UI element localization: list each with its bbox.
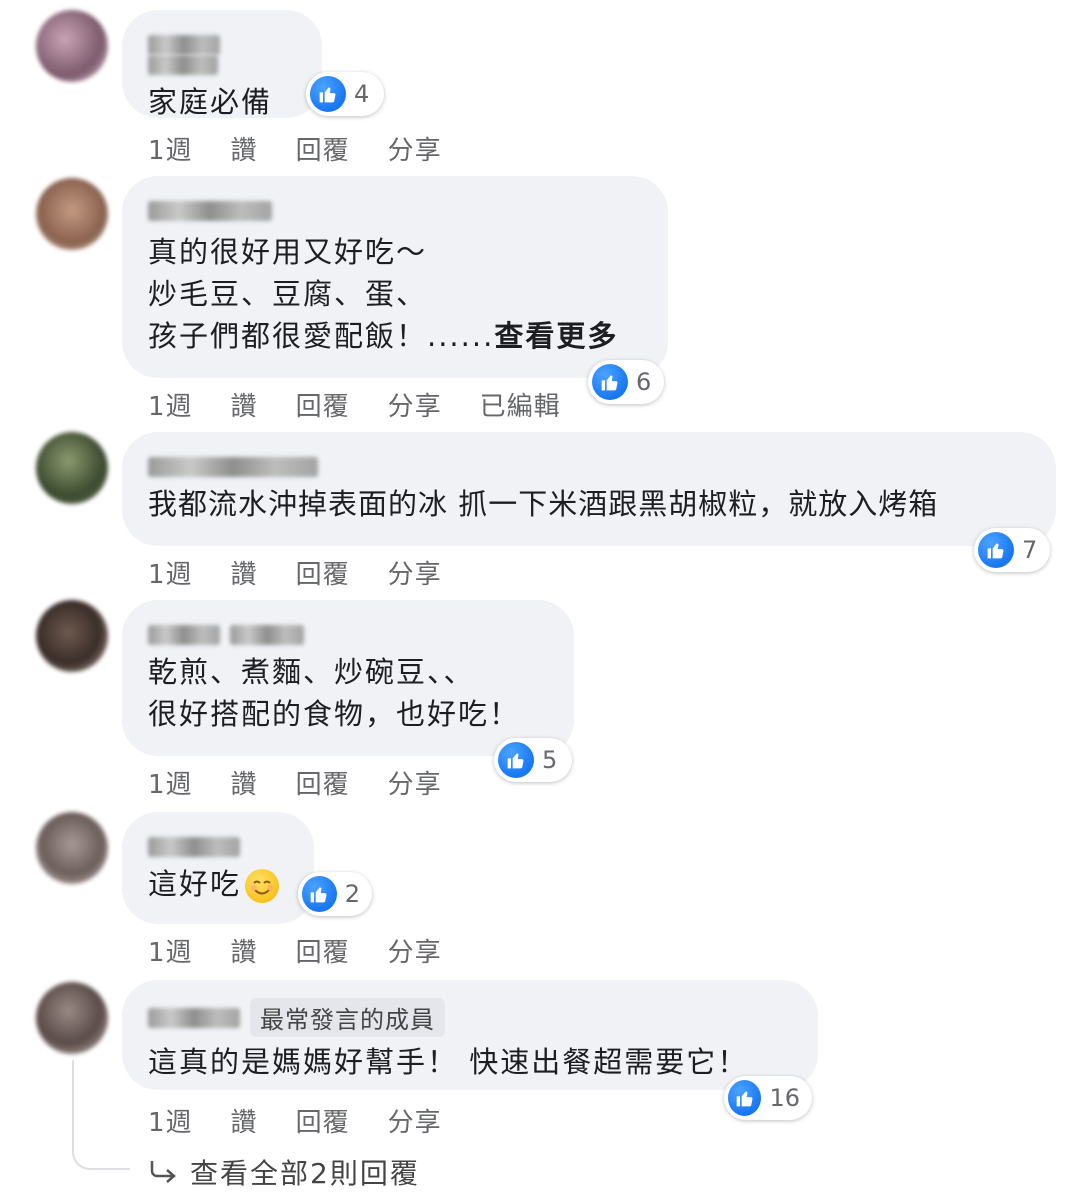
timestamp[interactable]: 1週 — [148, 554, 193, 591]
reaction-count: 6 — [636, 368, 652, 396]
share-button[interactable]: 分享 — [388, 1102, 442, 1139]
avatar[interactable] — [36, 178, 108, 250]
reaction-summary[interactable]: 6 — [588, 360, 664, 404]
author-name[interactable] — [148, 624, 220, 645]
avatar[interactable] — [36, 600, 108, 672]
thumbs-up-icon — [302, 876, 337, 912]
top-contributor-badge: 最常發言的成員 — [250, 998, 445, 1037]
author-name[interactable] — [148, 34, 220, 55]
comment-actions: 1週 讚 回覆 分享 — [148, 932, 480, 969]
share-button[interactable]: 分享 — [388, 130, 442, 167]
share-button[interactable]: 分享 — [388, 764, 442, 801]
timestamp[interactable]: 1週 — [148, 764, 193, 801]
like-button[interactable]: 讚 — [231, 386, 258, 423]
comment-text: 乾煎、煮麵、炒碗豆、、 很好搭配的食物，也好吃！ — [148, 654, 521, 731]
view-replies-label: 查看全部2則回覆 — [190, 1157, 420, 1190]
reaction-summary[interactable]: 2 — [298, 872, 372, 916]
reply-button[interactable]: 回覆 — [296, 1102, 350, 1139]
like-button[interactable]: 讚 — [231, 764, 258, 801]
comment-bubble: 真的很好用又好吃～ 炒毛豆、豆腐、蛋、 孩子們都很愛配飯！......查看更多 — [122, 176, 668, 378]
comment-actions: 1週 讚 回覆 分享 — [148, 1102, 480, 1139]
reaction-count: 7 — [1022, 536, 1038, 564]
avatar[interactable] — [36, 432, 108, 504]
thumbs-up-icon — [978, 532, 1014, 568]
like-button[interactable]: 讚 — [231, 554, 258, 591]
reply-button[interactable]: 回覆 — [296, 554, 350, 591]
author-name[interactable] — [148, 1007, 240, 1028]
timestamp[interactable]: 1週 — [148, 932, 193, 969]
comment-text: 這好吃 — [148, 863, 286, 905]
timestamp[interactable]: 1週 — [148, 1102, 193, 1139]
share-button[interactable]: 分享 — [388, 554, 442, 591]
reply-button[interactable]: 回覆 — [296, 130, 350, 167]
share-button[interactable]: 分享 — [388, 386, 442, 423]
comment-actions: 1週 讚 回覆 分享 — [148, 554, 480, 591]
see-more-link[interactable]: 查看更多 — [494, 319, 618, 353]
author-name-part[interactable] — [230, 624, 304, 645]
reaction-summary[interactable]: 4 — [306, 72, 384, 116]
thumbs-up-icon — [498, 742, 534, 778]
reply-arrow-icon — [148, 1159, 178, 1192]
edited-label[interactable]: 已編輯 — [480, 386, 561, 423]
reaction-summary[interactable]: 7 — [974, 528, 1050, 572]
author-name[interactable] — [148, 836, 240, 857]
reply-button[interactable]: 回覆 — [296, 764, 350, 801]
avatar[interactable] — [36, 812, 108, 884]
comment-actions: 1週 讚 回覆 分享 — [148, 764, 480, 801]
like-button[interactable]: 讚 — [231, 932, 258, 969]
comment-text: 我都流水沖掉表面的冰 抓一下米酒跟黑胡椒粒，就放入烤箱 — [148, 486, 939, 521]
reaction-count: 5 — [542, 746, 558, 774]
avatar[interactable] — [36, 982, 108, 1054]
comment-actions: 1週 讚 回覆 分享 已編輯 — [148, 386, 599, 423]
reaction-count: 16 — [769, 1084, 800, 1112]
comment-bubble: 乾煎、煮麵、炒碗豆、、 很好搭配的食物，也好吃！ — [122, 600, 574, 756]
author-name[interactable] — [148, 456, 318, 477]
reaction-count: 4 — [354, 80, 370, 108]
reaction-summary[interactable]: 16 — [724, 1076, 812, 1120]
thumbs-up-icon — [310, 76, 346, 112]
reaction-summary[interactable]: 5 — [494, 738, 572, 782]
reply-button[interactable]: 回覆 — [296, 932, 350, 969]
comment-bubble: 這好吃 — [122, 812, 314, 924]
reaction-count: 2 — [344, 880, 360, 908]
timestamp[interactable]: 1週 — [148, 130, 193, 167]
smiling-face-emoji — [245, 868, 280, 903]
like-button[interactable]: 讚 — [231, 130, 258, 167]
timestamp[interactable]: 1週 — [148, 386, 193, 423]
comment-text: 真的很好用又好吃～ 炒毛豆、豆腐、蛋、 孩子們都很愛配飯！......查看更多 — [148, 234, 619, 353]
comment-bubble: 家庭必備 — [122, 10, 322, 119]
author-name[interactable] — [148, 200, 272, 221]
comment-text: 家庭必備 — [148, 85, 273, 119]
share-button[interactable]: 分享 — [388, 932, 442, 969]
comment-actions: 1週 讚 回覆 分享 — [148, 130, 480, 167]
reply-button[interactable]: 回覆 — [296, 386, 350, 423]
comment-text: 這真的是媽媽好幫手！ 快速出餐超需要它！ — [148, 1045, 749, 1079]
comment-bubble: 最常發言的成員 這真的是媽媽好幫手！ 快速出餐超需要它！ — [122, 980, 818, 1090]
author-name-part[interactable] — [148, 55, 218, 75]
thumbs-up-icon — [728, 1080, 762, 1116]
like-button[interactable]: 讚 — [231, 1102, 258, 1139]
comment-bubble: 我都流水沖掉表面的冰 抓一下米酒跟黑胡椒粒，就放入烤箱 — [122, 432, 1056, 546]
avatar[interactable] — [36, 10, 108, 82]
view-replies-link[interactable]: 查看全部2則回覆 — [148, 1152, 420, 1192]
thread-connector — [72, 1060, 130, 1170]
